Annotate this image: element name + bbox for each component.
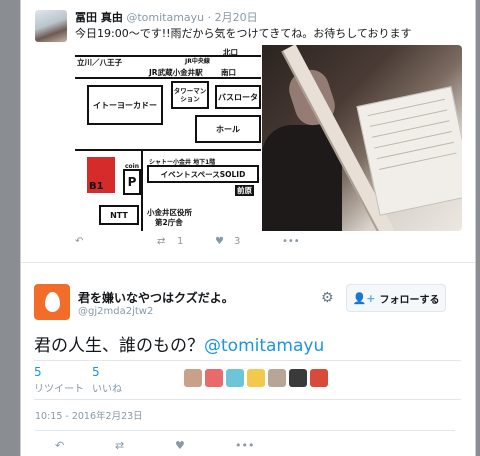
author-name[interactable]: 君を嫌いなやつはクズだよ。 <box>78 289 234 306</box>
tweet-time[interactable]: 2月20日 <box>215 11 258 24</box>
retweet-stat[interactable]: 5 リツイート <box>34 365 84 395</box>
liker-avatar[interactable] <box>289 369 307 387</box>
mention-link[interactable]: @tomitamayu <box>204 336 324 356</box>
like-icon[interactable]: ♥ <box>175 439 185 452</box>
tweet-media[interactable]: 北口 JR中央線 立川／八王子 JR武蔵小金井駅 南口 イトーヨーカドー タワー… <box>75 45 462 231</box>
map-building: バスロータ <box>215 85 261 109</box>
tweet-actions: ↶ ⇄ 1 ♥ 3 ••• <box>75 236 455 254</box>
more-icon[interactable]: ••• <box>235 439 254 452</box>
author-handle[interactable]: @tomitamayu <box>126 11 204 24</box>
main-tweet: 君を嫌いなやつはクズだよ。 @gj2mda2jtw2 ⚙ 👤+ フォローする 君… <box>21 262 475 456</box>
map-label: B1 <box>89 181 104 192</box>
liker-avatar[interactable] <box>247 369 265 387</box>
like-icon[interactable]: ♥ <box>215 236 224 247</box>
tweet-detail-card: 冨田 真由 @tomitamayu · 2月20日 今日19:00〜です!!雨だ… <box>20 0 476 456</box>
gear-icon[interactable]: ⚙ <box>321 290 334 306</box>
map-building: ホール <box>195 115 261 143</box>
retweet-count: 5 <box>34 365 42 379</box>
avatar[interactable] <box>34 284 70 320</box>
map-label: coin <box>125 163 140 170</box>
retweet-label: リツイート <box>34 384 84 395</box>
tweet-header: 冨田 真由 @tomitamayu · 2月20日 <box>75 9 258 25</box>
map-image[interactable]: 北口 JR中央線 立川／八王子 JR武蔵小金井駅 南口 イトーヨーカドー タワー… <box>75 45 261 231</box>
liker-avatar[interactable] <box>226 369 244 387</box>
map-building: タワーマンション <box>171 81 209 109</box>
liker-avatar[interactable] <box>310 369 328 387</box>
map-label: 立川／八王子 <box>77 58 122 67</box>
tweet-text-body: 君の人生、誰のもの？ <box>34 336 204 356</box>
map-label: 第2庁舎 <box>155 218 183 227</box>
retweet-icon[interactable]: ⇄ <box>115 439 124 452</box>
tweet-stats: 5 リツイート 5 いいね <box>34 360 461 400</box>
avatar[interactable] <box>35 10 67 42</box>
tweet-text: 今日19:00〜です!!雨だから気をつけてきてね。お待ちしております <box>75 27 412 40</box>
separator-dot: · <box>207 11 212 24</box>
tweet-text: 君の人生、誰のもの？@tomitamayu <box>34 331 324 356</box>
more-icon[interactable]: ••• <box>282 236 300 247</box>
tweet-date[interactable]: 10:15 - 2016年2月23日 <box>35 408 143 422</box>
follow-label: フォローする <box>379 294 440 306</box>
map-building: NTT <box>99 205 139 225</box>
retweet-icon[interactable]: ⇄ <box>157 236 165 247</box>
like-label: いいね <box>92 384 122 395</box>
liker-avatar[interactable] <box>184 369 202 387</box>
liker-avatar[interactable] <box>205 369 223 387</box>
road-line <box>141 149 143 231</box>
like-count: 3 <box>234 236 241 247</box>
map-label: 前原 <box>235 185 254 196</box>
reply-icon[interactable]: ↶ <box>55 439 64 452</box>
guitar-photo[interactable] <box>262 45 462 231</box>
author-name[interactable]: 冨田 真由 <box>75 11 123 24</box>
road-line <box>75 149 261 151</box>
map-building: イベントスペースSOLID <box>147 165 259 183</box>
follow-button[interactable]: 👤+ フォローする <box>346 284 446 312</box>
add-user-icon: 👤+ <box>352 291 376 305</box>
like-count: 5 <box>92 365 100 379</box>
liker-avatar[interactable] <box>268 369 286 387</box>
tweet-actions: ↶ ⇄ ♥ ••• <box>35 430 455 456</box>
egg-icon <box>44 292 60 312</box>
map-building: P <box>123 169 141 195</box>
map-label: JR中央線 <box>185 58 210 65</box>
retweet-count: 1 <box>177 236 184 247</box>
map-building: イトーヨーカドー <box>87 85 163 125</box>
reply-icon[interactable]: ↶ <box>75 236 83 247</box>
road-line <box>75 77 261 79</box>
like-stat[interactable]: 5 いいね <box>92 365 122 395</box>
author-handle[interactable]: @gj2mda2jtw2 <box>78 306 153 317</box>
